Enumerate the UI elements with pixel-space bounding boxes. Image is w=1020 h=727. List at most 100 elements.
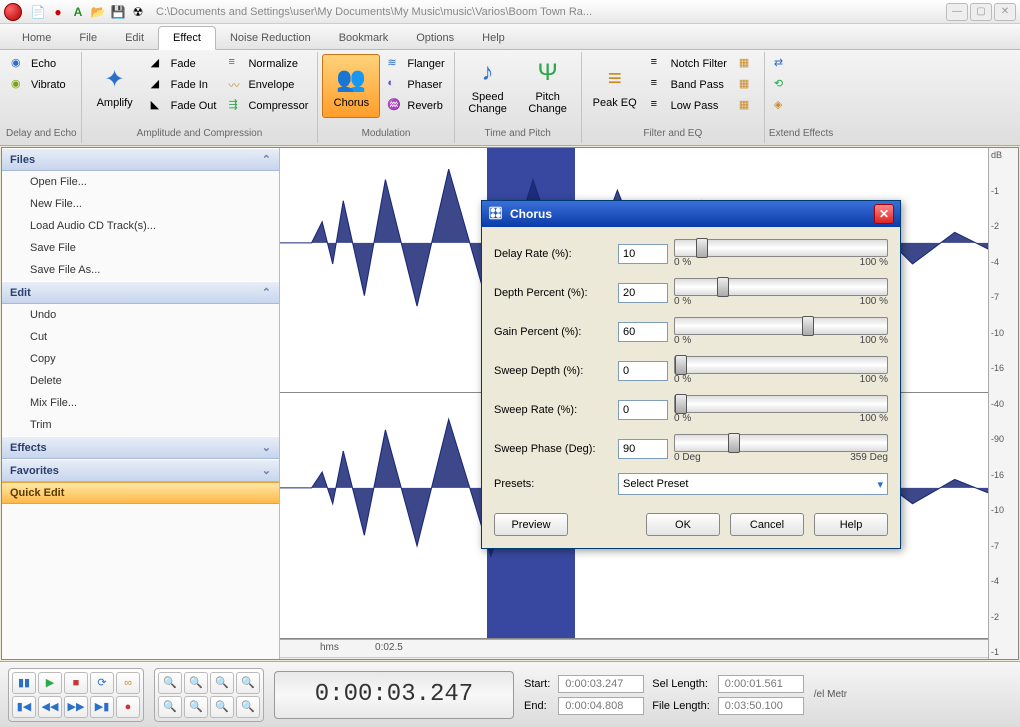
goto-start-button[interactable]: ▮◀ [12,696,36,718]
favorites-header[interactable]: Favorites⌄ [2,459,279,482]
param-slider[interactable] [674,317,888,335]
param-slider[interactable] [674,434,888,452]
presets-select[interactable]: Select Preset ▾ [618,473,888,495]
echo-button[interactable]: ◉Echo [6,54,71,74]
param-input[interactable] [618,283,668,303]
tab-bookmark[interactable]: Bookmark [325,27,403,49]
param-slider[interactable] [674,395,888,413]
param-input[interactable] [618,361,668,381]
new-icon[interactable]: 📄 [29,3,47,21]
tab-options[interactable]: Options [402,27,468,49]
open-icon[interactable]: 📂 [89,3,107,21]
compressor-button[interactable]: ⇶Compressor [223,96,313,116]
cancel-button[interactable]: Cancel [730,513,804,536]
goto-end-button[interactable]: ▶▮ [90,696,114,718]
fadein-button[interactable]: ◢Fade In [146,75,222,95]
file-action-save-file[interactable]: Save File [2,237,279,259]
edit-action-trim[interactable]: Trim [2,414,279,436]
param-input[interactable] [618,400,668,420]
fade-button[interactable]: ◢Fade [146,54,222,74]
filter-extra-1[interactable]: ▦ [734,54,760,74]
pitch-change-button[interactable]: ΨPitch Change [519,54,577,118]
file-action-save-file-as-[interactable]: Save File As... [2,259,279,281]
save-icon[interactable]: 💾 [109,3,127,21]
forward-button[interactable]: ▶▶ [64,696,88,718]
extend-1[interactable]: ⇄ [769,54,795,74]
amplify-button[interactable]: ✦Amplify [86,54,144,118]
quick-edit-header[interactable]: Quick Edit [2,482,279,504]
record-icon[interactable]: ● [49,3,67,21]
chorus-button[interactable]: 👥Chorus [322,54,380,118]
horizontal-scrollbar[interactable] [280,657,1018,659]
tab-noise-reduction[interactable]: Noise Reduction [216,27,325,49]
speed-change-button[interactable]: ♪Speed Change [459,54,517,118]
burn-icon[interactable]: ☢ [129,3,147,21]
edit-action-mix-file-[interactable]: Mix File... [2,392,279,414]
zoom-v-in-button[interactable]: 🔍 [158,696,182,718]
extend-3[interactable]: ◈ [769,96,795,116]
param-input[interactable] [618,439,668,459]
play-button[interactable]: ▶ [38,672,62,694]
tab-home[interactable]: Home [8,27,65,49]
param-input[interactable] [618,244,668,264]
fadeout-button[interactable]: ◣Fade Out [146,96,222,116]
file-action-open-file-[interactable]: Open File... [2,171,279,193]
dialog-close-button[interactable]: ✕ [874,204,894,224]
band-pass-button[interactable]: ≡Band Pass [646,75,732,95]
edit-action-undo[interactable]: Undo [2,304,279,326]
zoom-sel-button[interactable]: 🔍 [210,672,234,694]
tab-effect[interactable]: Effect [158,26,216,50]
zoom-out-button[interactable]: 🔍 [184,672,208,694]
rewind-button[interactable]: ◀◀ [38,696,62,718]
files-header[interactable]: Files⌃ [2,148,279,171]
maximize-button[interactable]: ▢ [970,3,992,21]
normalize-button[interactable]: ≡Normalize [223,54,313,74]
low-pass-button[interactable]: ≡Low Pass [646,96,732,116]
phaser-button[interactable]: ◐Phaser [382,75,449,95]
stop-button[interactable]: ■ [64,672,88,694]
param-slider[interactable] [674,239,888,257]
param-label: Depth Percent (%): [494,287,612,299]
ok-button[interactable]: OK [646,513,720,536]
zoom-all-button[interactable]: 🔍 [236,696,260,718]
notch-filter-button[interactable]: ≡Notch Filter [646,54,732,74]
edit-action-delete[interactable]: Delete [2,370,279,392]
close-button[interactable]: ✕ [994,3,1016,21]
db-scale: dB-1-2-4-7-10-16-40-90-16-10-7-4-2-1 [988,148,1018,659]
zoom-in-button[interactable]: 🔍 [158,672,182,694]
param-slider[interactable] [674,278,888,296]
param-input[interactable] [618,322,668,342]
peak-eq-button[interactable]: ≡Peak EQ [586,54,644,118]
minimize-button[interactable]: — [946,3,968,21]
tab-edit[interactable]: Edit [111,27,158,49]
preview-button[interactable]: Preview [494,513,568,536]
file-action-new-file-[interactable]: New File... [2,193,279,215]
text-icon[interactable]: A [69,3,87,21]
selection-info: Start:0:00:03.247 Sel Length:0:00:01.561… [524,675,804,715]
edit-action-copy[interactable]: Copy [2,348,279,370]
vibrato-button[interactable]: ◉Vibrato [6,75,71,95]
record-button[interactable]: ● [116,696,140,718]
flanger-button[interactable]: ≋Flanger [382,54,449,74]
extend-2[interactable]: ⟲ [769,75,795,95]
loop-button[interactable]: ∞ [116,672,140,694]
dialog-titlebar[interactable]: 🎛 Chorus ✕ [482,201,900,227]
tab-file[interactable]: File [65,27,111,49]
edit-header[interactable]: Edit⌃ [2,281,279,304]
param-slider[interactable] [674,356,888,374]
effects-header[interactable]: Effects⌄ [2,436,279,459]
tab-help[interactable]: Help [468,27,519,49]
zoom-fit-button[interactable]: 🔍 [236,672,260,694]
play-loop-button[interactable]: ⟳ [90,672,114,694]
zoom-reset-button[interactable]: 🔍 [210,696,234,718]
reverb-button[interactable]: ♒Reverb [382,96,449,116]
filter-extra-2[interactable]: ▦ [734,75,760,95]
pause-button[interactable]: ▮▮ [12,672,36,694]
transport-controls: ▮▮ ▶ ■ ⟳ ∞ ▮◀ ◀◀ ▶▶ ▶▮ ● [8,668,144,722]
help-button[interactable]: Help [814,513,888,536]
zoom-v-out-button[interactable]: 🔍 [184,696,208,718]
edit-action-cut[interactable]: Cut [2,326,279,348]
filter-extra-3[interactable]: ▦ [734,96,760,116]
file-action-load-audio-cd-track-s-[interactable]: Load Audio CD Track(s)... [2,215,279,237]
envelope-button[interactable]: 〰Envelope [223,75,313,95]
